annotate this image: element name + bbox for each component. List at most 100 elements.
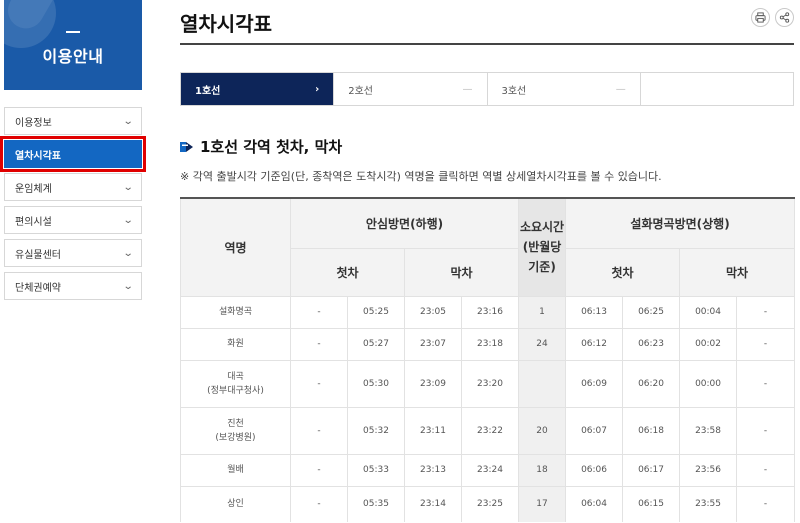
time-cell: - — [290, 295, 348, 329]
time-cell: 23:09 — [404, 359, 462, 408]
time-cell: 06:20 — [622, 359, 681, 408]
time-cell: 23:05 — [404, 295, 462, 329]
sidebar-item-lost-found[interactable]: 유실물센터 ⌄ — [4, 239, 142, 267]
header-duration: 소요시간(반월당기준) — [518, 197, 567, 297]
time-cell: - — [290, 327, 348, 361]
duration-cell: 18 — [518, 453, 567, 487]
section-title: 1호선 각역 첫차, 막차 — [200, 138, 343, 156]
share-button[interactable] — [775, 8, 794, 27]
time-cell: 06:17 — [622, 453, 681, 487]
station-name: 진천 — [227, 418, 244, 429]
sidebar-item-label: 유실물센터 — [15, 249, 61, 261]
sidebar-item-label: 이용정보 — [15, 117, 52, 129]
header-last-train: 막차 — [679, 247, 796, 297]
page-title: 열차시각표 — [180, 12, 272, 36]
time-cell: - — [290, 359, 348, 408]
station-name: 설화명곡 — [218, 307, 253, 317]
table-row: 설화명곡 -05:25 23:05 23:16 1 06:13 06:25 00:04- — [180, 295, 796, 329]
time-cell: 23:55 — [679, 485, 738, 522]
time-cell: 06:09 — [565, 359, 624, 408]
station-name-cell[interactable]: 월배 — [180, 453, 291, 487]
print-button[interactable] — [751, 8, 770, 27]
time-cell: 23:18 — [460, 327, 520, 361]
time-cell: - — [736, 453, 796, 487]
time-cell: - — [290, 485, 348, 522]
tab-label: 3호선 — [501, 85, 527, 97]
dash-icon: — — [462, 83, 473, 95]
time-cell: 06:12 — [565, 327, 624, 361]
time-cell: 23:13 — [404, 453, 462, 487]
tab-label: 2호선 — [348, 85, 374, 97]
dash-icon: — — [615, 83, 626, 95]
sidebar-item-fare-system[interactable]: 운임체계 ⌄ — [4, 173, 142, 201]
time-cell: 06:07 — [565, 406, 624, 455]
station-name-cell[interactable]: 상인 — [180, 485, 291, 522]
sidebar-item-label: 열차시각표 — [15, 150, 61, 162]
chevron-down-icon: ⌄ — [122, 115, 134, 127]
station-name: 상인 — [227, 499, 244, 510]
time-cell: - — [290, 453, 348, 487]
time-cell: 00:02 — [679, 327, 738, 361]
time-cell: - — [736, 406, 796, 455]
time-cell: - — [736, 485, 796, 522]
time-cell: - — [736, 327, 796, 361]
header-first-train: 첫차 — [290, 247, 405, 297]
tab-label: 1호선 — [195, 85, 221, 97]
tab-empty — [640, 73, 793, 105]
time-cell: 23:58 — [679, 406, 738, 455]
section-bullet-icon — [180, 141, 193, 152]
table-row: 화원 -05:27 23:07 23:18 24 06:12 06:23 00:02- — [180, 327, 796, 361]
station-name: 화원 — [227, 339, 244, 349]
station-name-cell[interactable]: 설화명곡 — [180, 295, 291, 329]
header-station: 역명 — [180, 197, 291, 297]
duration-cell: 17 — [518, 485, 567, 522]
sidebar-item-label: 편의시설 — [15, 216, 52, 228]
time-cell: 23:22 — [460, 406, 520, 455]
sidebar-item-usage-info[interactable]: 이용정보 ⌄ — [4, 107, 142, 135]
time-cell: 06:04 — [565, 485, 624, 522]
banner-dash — [66, 31, 80, 33]
chevron-right-icon: › — [315, 83, 320, 95]
station-name-cell[interactable]: 진천 (보강병원) — [180, 406, 291, 455]
sidebar-banner-title: 이용안내 — [42, 47, 104, 66]
header-first-train: 첫차 — [565, 247, 681, 297]
tab-line-3[interactable]: 3호선 — — [487, 73, 641, 105]
tab-line-1[interactable]: 1호선 › — [181, 73, 335, 105]
time-cell: 23:14 — [404, 485, 462, 522]
station-name: 대곡 — [227, 371, 244, 382]
time-cell: 23:20 — [460, 359, 520, 408]
time-cell: 06:23 — [622, 327, 681, 361]
header-last-train: 막차 — [403, 247, 520, 297]
sidebar-item-facilities[interactable]: 편의시설 ⌄ — [4, 206, 142, 234]
sidebar: 이용안내 이용정보 ⌄ 열차시각표 운임체계 ⌄ 편의시설 ⌄ 유실물센터 ⌄ … — [0, 0, 146, 305]
station-name-cell[interactable]: 대곡 (정부대구청사) — [180, 359, 291, 408]
time-cell: 06:06 — [565, 453, 624, 487]
share-icon — [779, 12, 790, 23]
sidebar-item-train-timetable[interactable]: 열차시각표 — [0, 136, 146, 172]
station-name: 월배 — [227, 465, 244, 475]
sidebar-item-group-reservation[interactable]: 단체권예약 ⌄ — [4, 272, 142, 300]
time-cell: - — [736, 359, 796, 408]
time-cell: 00:04 — [679, 295, 738, 329]
time-cell: 00:00 — [679, 359, 738, 408]
time-cell: - — [736, 295, 796, 329]
station-name-cell[interactable]: 화원 — [180, 327, 291, 361]
page-tools — [751, 8, 794, 27]
time-cell: 05:32 — [347, 406, 405, 455]
tab-line-2[interactable]: 2호선 — — [334, 73, 488, 105]
time-cell: 23:56 — [679, 453, 738, 487]
sidebar-menu: 이용정보 ⌄ 열차시각표 운임체계 ⌄ 편의시설 ⌄ 유실물센터 ⌄ 단체권예약… — [0, 107, 146, 300]
timetable-body: 설화명곡 -05:25 23:05 23:16 1 06:13 06:25 00:04- 화원 -… — [180, 295, 796, 522]
header-up-direction: 설화명곡방면(상행) — [565, 197, 796, 249]
header-down-direction: 안심방면(하행) — [289, 197, 520, 249]
section-heading: 1호선 각역 첫차, 막차 — [180, 136, 342, 157]
time-cell: 05:30 — [347, 359, 405, 408]
table-row: 월배 -05:33 23:13 23:24 18 06:06 06:17 23:56- — [180, 453, 796, 487]
timetable: 역명 안심방면(하행) 소요시간(반월당기준) 설화명곡방면(상행) 첫차 막차… — [180, 197, 796, 522]
line-tabs: 1호선 › 2호선 — 3호선 — — [180, 72, 794, 106]
sidebar-item-label: 운임체계 — [15, 183, 52, 195]
table-row: 진천 (보강병원) -05:32 23:11 23:22 20 06:07 06:18 23:5… — [180, 406, 796, 455]
sidebar-item-label: 단체권예약 — [15, 282, 61, 294]
title-divider — [180, 43, 794, 45]
print-icon — [755, 12, 766, 23]
